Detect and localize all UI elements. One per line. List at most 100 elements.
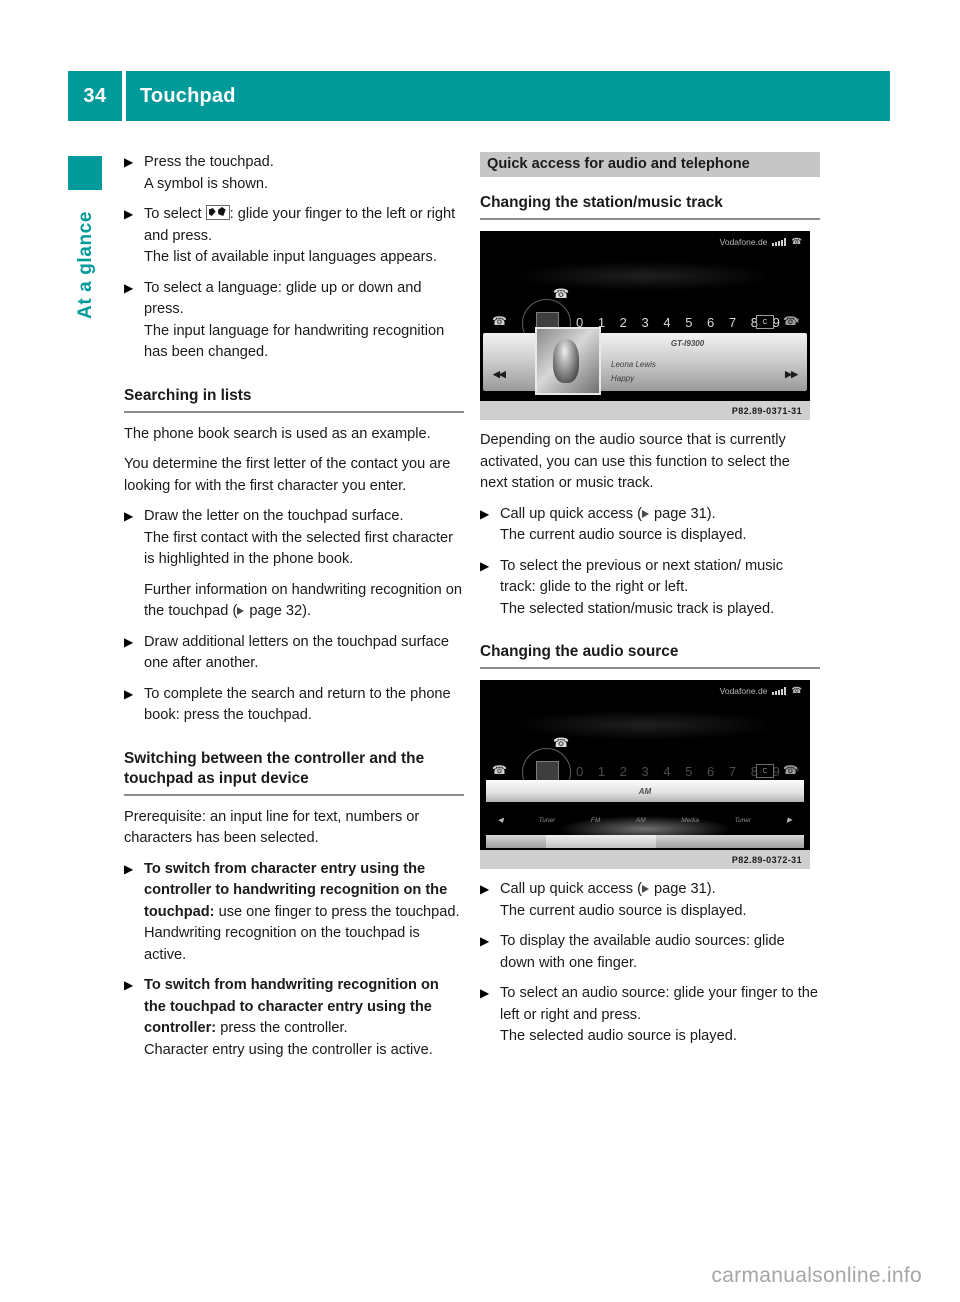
heading-switching-input-device: Switching between the controller and the… (124, 749, 464, 796)
page-ref-icon (641, 509, 649, 518)
step-text: To select a language: glide up or down a… (144, 279, 422, 318)
step-marker-icon: ▶ (124, 509, 134, 523)
list-item: Media (681, 816, 699, 824)
step-text: To select an audio source: glide your fi… (500, 985, 819, 1023)
signal-strength-icon (772, 686, 787, 695)
step-marker-icon: ▶ (480, 506, 490, 521)
step-text: press the controller. (216, 1020, 348, 1036)
album-cover-art (535, 327, 601, 395)
previous-track-icon: ◀◀ (493, 369, 506, 379)
media-quick-access-bar: ◀◀ GT-I9300 Leona Lewis Happy ▶▶ (483, 327, 807, 395)
artist-label: Leona Lewis (611, 360, 656, 369)
step-text-after: ). (706, 881, 716, 897)
digit-row: 0 1 2 3 4 5 6 7 8 9 * # + (576, 315, 810, 330)
step-text-before: Call up quick access ( (500, 881, 642, 897)
figure-changing-audio-source: Vodafone.de ☎ ☎ ☎ Submit 0 1 2 3 4 5 6 7… (480, 680, 810, 869)
list-item: ▶ Call up quick access ( page 31). The c… (480, 504, 820, 547)
selected-audio-source: AM (486, 780, 804, 802)
digit-row: 0 1 2 3 4 5 6 7 8 9 * # + (576, 764, 810, 779)
step-marker-icon: ▶ (124, 861, 134, 876)
call-icon: ☎ (492, 763, 507, 777)
step-result: A symbol is shown. (144, 175, 269, 192)
paragraph: Prerequisite: an input line for text, nu… (124, 808, 420, 847)
list-item: ▶ To select the previous or next station… (480, 556, 820, 621)
step-text-after: ). (706, 505, 716, 522)
page-title: Touchpad (140, 84, 236, 107)
delete-key: C (756, 764, 774, 778)
step-text: use one finger to press the touchpad. (214, 903, 460, 920)
list-item: ▶ To select : glide your finger to the l… (124, 204, 464, 269)
page-ref-icon (237, 607, 245, 615)
side-tab-label: At a glance (75, 211, 96, 319)
paragraph: The phone book search is used as an exam… (124, 425, 431, 442)
carrier-label: Vodafone.de (719, 236, 768, 247)
figure-changing-station: Vodafone.de ☎ ☎ ☎ Submit 0 1 2 3 4 5 6 7… (480, 231, 810, 420)
step-text-before: Call up quick access ( (500, 505, 642, 522)
step-result: The selected station/music track is play… (500, 600, 775, 617)
paragraph: Depending on the audio source that is cu… (480, 432, 790, 491)
signal-strength-icon (772, 237, 787, 246)
step-result: Character entry using the controller is … (144, 1041, 433, 1058)
step-marker-icon: ▶ (124, 207, 134, 221)
status-bar: Vodafone.de ☎ (720, 685, 802, 696)
list-item: Tuner (538, 816, 556, 824)
left-column: ▶ Press the touchpad. A symbol is shown.… (124, 152, 464, 1070)
step-marker-icon: ▶ (480, 882, 490, 896)
step-text: To select the previous or next station/ … (500, 557, 784, 596)
heading-changing-audio-source: Changing the audio source (480, 642, 820, 669)
page-ref-label: page 32 (249, 603, 303, 619)
carrier-label: Vodafone.de (719, 685, 768, 696)
step-text: Press the touchpad. (144, 154, 274, 170)
call-icon: ☎ (492, 314, 507, 328)
list-item: ▶ To display the available audio sources… (480, 931, 820, 974)
next-track-icon: ▶▶ (785, 369, 798, 379)
list-item: FM (590, 816, 601, 824)
call-hook-icon: ☎ (553, 735, 570, 750)
step-text-before: To select (144, 206, 202, 222)
section-banner-quick-access: Quick access for audio and telephone (480, 152, 820, 177)
list-item: ▶ Draw the letter on the touchpad surfac… (124, 506, 464, 623)
list-item: ▶ Draw additional letters on the touchpa… (124, 632, 464, 675)
side-tab-label-wrap: At a glance (62, 190, 110, 370)
step-result: The selected audio source is played. (500, 1028, 737, 1044)
status-bar: Vodafone.de ☎ (720, 236, 802, 247)
screen-glow (510, 261, 780, 291)
header-title-bar: Touchpad (126, 71, 890, 121)
source-footer-bar (486, 835, 804, 848)
side-tab-marker (68, 156, 102, 190)
infotainment-screenshot: Vodafone.de ☎ ☎ ☎ Submit 0 1 2 3 4 5 6 7… (480, 680, 810, 850)
step-result: The input language for handwriting recog… (144, 322, 445, 361)
list-item: AM (635, 816, 646, 824)
screen-glow (510, 710, 780, 740)
device-label: GT-I9300 (670, 339, 705, 348)
page-ref-icon (641, 885, 649, 893)
page-number: 34 (68, 71, 122, 121)
list-item: Tuner (734, 816, 752, 824)
song-label: Happy (611, 374, 635, 383)
step-marker-icon: ▶ (124, 686, 134, 701)
step-result: The first contact with the selected firs… (144, 529, 454, 568)
step-result: The current audio source is displayed. (500, 902, 747, 919)
list-item: ▶ Press the touchpad. A symbol is shown. (124, 152, 464, 195)
step-marker-icon: ▶ (480, 986, 490, 1000)
touchpad-language-icon (205, 205, 230, 220)
right-column: Quick access for audio and telephone Cha… (480, 152, 820, 1057)
step-result: Handwriting recognition on the touchpad … (144, 925, 420, 963)
end-call-icon: ☎ (783, 314, 798, 328)
figure-caption: P82.89-0372-31 (480, 850, 810, 869)
source-footer-highlight (546, 835, 656, 848)
phone-handset-icon: ☎ (791, 236, 802, 246)
page-ref-label: page 31 (654, 881, 707, 897)
list-item: ▶ To select a language: glide up or down… (124, 278, 464, 364)
scroll-right-icon: ▶ (786, 817, 793, 824)
phone-handset-icon: ☎ (791, 685, 802, 695)
step-marker-icon: ▶ (124, 280, 134, 295)
list-item: ▶ To complete the search and return to t… (124, 684, 464, 727)
heading-searching-in-lists: Searching in lists (124, 386, 464, 413)
paragraph: You determine the first letter of the co… (124, 456, 451, 494)
step-marker-icon: ▶ (124, 978, 134, 992)
page-header: 34 Touchpad (68, 71, 890, 121)
step-text: Draw additional letters on the touchpad … (144, 633, 450, 672)
